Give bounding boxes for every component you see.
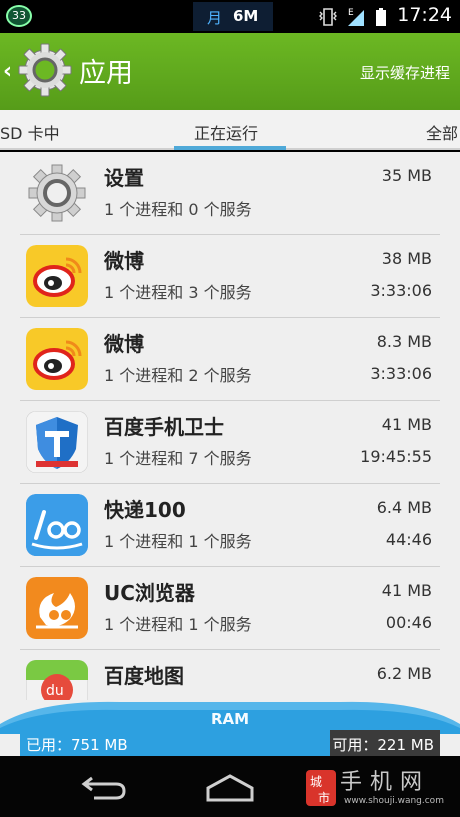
back-arrow-icon[interactable]: [72, 770, 132, 804]
uc-browser-icon: [26, 577, 88, 639]
home-icon[interactable]: [200, 770, 260, 804]
weibo-icon: [26, 245, 88, 307]
svg-text:城: 城: [310, 775, 322, 789]
network-type-letter: E: [348, 8, 354, 18]
status-notification: 月 6M: [193, 2, 273, 31]
kuaidi100-icon: [26, 494, 88, 556]
list-item[interactable]: 百度手机卫士 1 个进程和 7 个服务 41 MB 19:45:55: [20, 401, 440, 484]
weibo-icon: [26, 328, 88, 390]
tab-running[interactable]: 正在运行: [194, 120, 258, 144]
tab-sd-card[interactable]: SD 卡中: [0, 120, 60, 144]
navigation-bar: 城 市 手机网 www.shouji.wang.com: [0, 756, 460, 817]
app-name: 百度手机卫士: [104, 415, 224, 439]
app-name: 设置: [104, 166, 144, 190]
app-summary: 1 个进程和 0 个服务: [104, 200, 252, 219]
app-name: 百度地图: [104, 664, 184, 688]
watermark: 城 市 手机网 www.shouji.wang.com: [304, 764, 454, 814]
show-cached-processes-button[interactable]: 显示缓存进程: [360, 62, 450, 83]
app-memory: 38 MB: [381, 249, 432, 268]
app-name: 微博: [104, 332, 144, 356]
app-memory: 6.4 MB: [376, 498, 432, 517]
ram-usage-bar: 已用：751 MB 可用：221 MB: [20, 730, 440, 756]
list-item[interactable]: 微博 1 个进程和 3 个服务 38 MB 3:33:06: [20, 235, 440, 318]
status-bar: 33 月 6M E 17:24: [0, 0, 460, 33]
active-tab-indicator: [174, 146, 286, 150]
app-memory: 41 MB: [381, 415, 432, 434]
running-apps-list[interactable]: 设置 1 个进程和 0 个服务 35 MB 微博 1 个进程和 3 个服务 38…: [0, 152, 460, 700]
app-uptime: 3:33:06: [370, 364, 432, 383]
svg-text:市: 市: [318, 790, 330, 805]
app-name: UC浏览器: [104, 581, 195, 605]
status-notice-text: 6M: [233, 7, 259, 25]
settings-gear-icon[interactable]: [18, 43, 72, 97]
watermark-text: 手机网: [340, 770, 431, 795]
app-summary: 1 个进程和 3 个服务: [104, 283, 252, 302]
app-summary: 1 个进程和 7 个服务: [104, 449, 252, 468]
app-memory: 6.2 MB: [376, 664, 432, 683]
battery-icon: [376, 8, 386, 26]
app-summary: 1 个进程和 1 个服务: [104, 532, 252, 551]
app-uptime: 44:46: [385, 530, 432, 549]
up-chevron-icon[interactable]: ‹: [3, 59, 12, 84]
app-memory: 8.3 MB: [376, 332, 432, 351]
app-memory: 35 MB: [381, 166, 432, 185]
ram-label: RAM: [210, 710, 250, 728]
status-clock: 17:24: [397, 4, 452, 26]
notification-badge: 33: [6, 5, 32, 27]
tab-all[interactable]: 全部: [426, 120, 458, 144]
app-uptime: 00:46: [385, 613, 432, 632]
ram-used-text: 已用：751 MB: [26, 736, 128, 754]
watermark-url: www.shouji.wang.com: [344, 796, 444, 806]
list-item[interactable]: 微博 1 个进程和 2 个服务 8.3 MB 3:33:06: [20, 318, 440, 401]
settings-gear-icon: [26, 162, 88, 224]
action-bar: ‹ 应用 显示缓存进程: [0, 33, 460, 110]
app-uptime: 3:33:06: [370, 281, 432, 300]
ram-free-text: 可用：221 MB: [332, 736, 434, 754]
list-item[interactable]: 快递100 1 个进程和 1 个服务 6.4 MB 44:46: [20, 484, 440, 567]
ram-usage-panel: RAM 已用：751 MB 可用：221 MB: [0, 700, 460, 756]
page-title: 应用: [79, 58, 133, 89]
app-uptime: 19:45:55: [360, 447, 432, 466]
app-name: 微博: [104, 249, 144, 273]
list-item[interactable]: UC浏览器 1 个进程和 1 个服务 41 MB 00:46: [20, 567, 440, 650]
watermark-seal: 城 市: [306, 770, 336, 806]
status-icons: E: [319, 8, 386, 26]
app-memory: 41 MB: [381, 581, 432, 600]
app-name: 快递100: [104, 498, 186, 522]
status-notice-char: 月: [207, 9, 223, 27]
list-item[interactable]: 设置 1 个进程和 0 个服务 35 MB: [20, 152, 440, 235]
vibrate-icon: [319, 8, 337, 26]
app-summary: 1 个进程和 2 个服务: [104, 366, 252, 385]
baidu-guard-icon: [26, 411, 88, 473]
app-summary: 1 个进程和 1 个服务: [104, 615, 252, 634]
tab-strip: SD 卡中 正在运行 全部: [0, 110, 460, 150]
list-item[interactable]: du 百度地图 6.2 MB: [20, 650, 440, 700]
